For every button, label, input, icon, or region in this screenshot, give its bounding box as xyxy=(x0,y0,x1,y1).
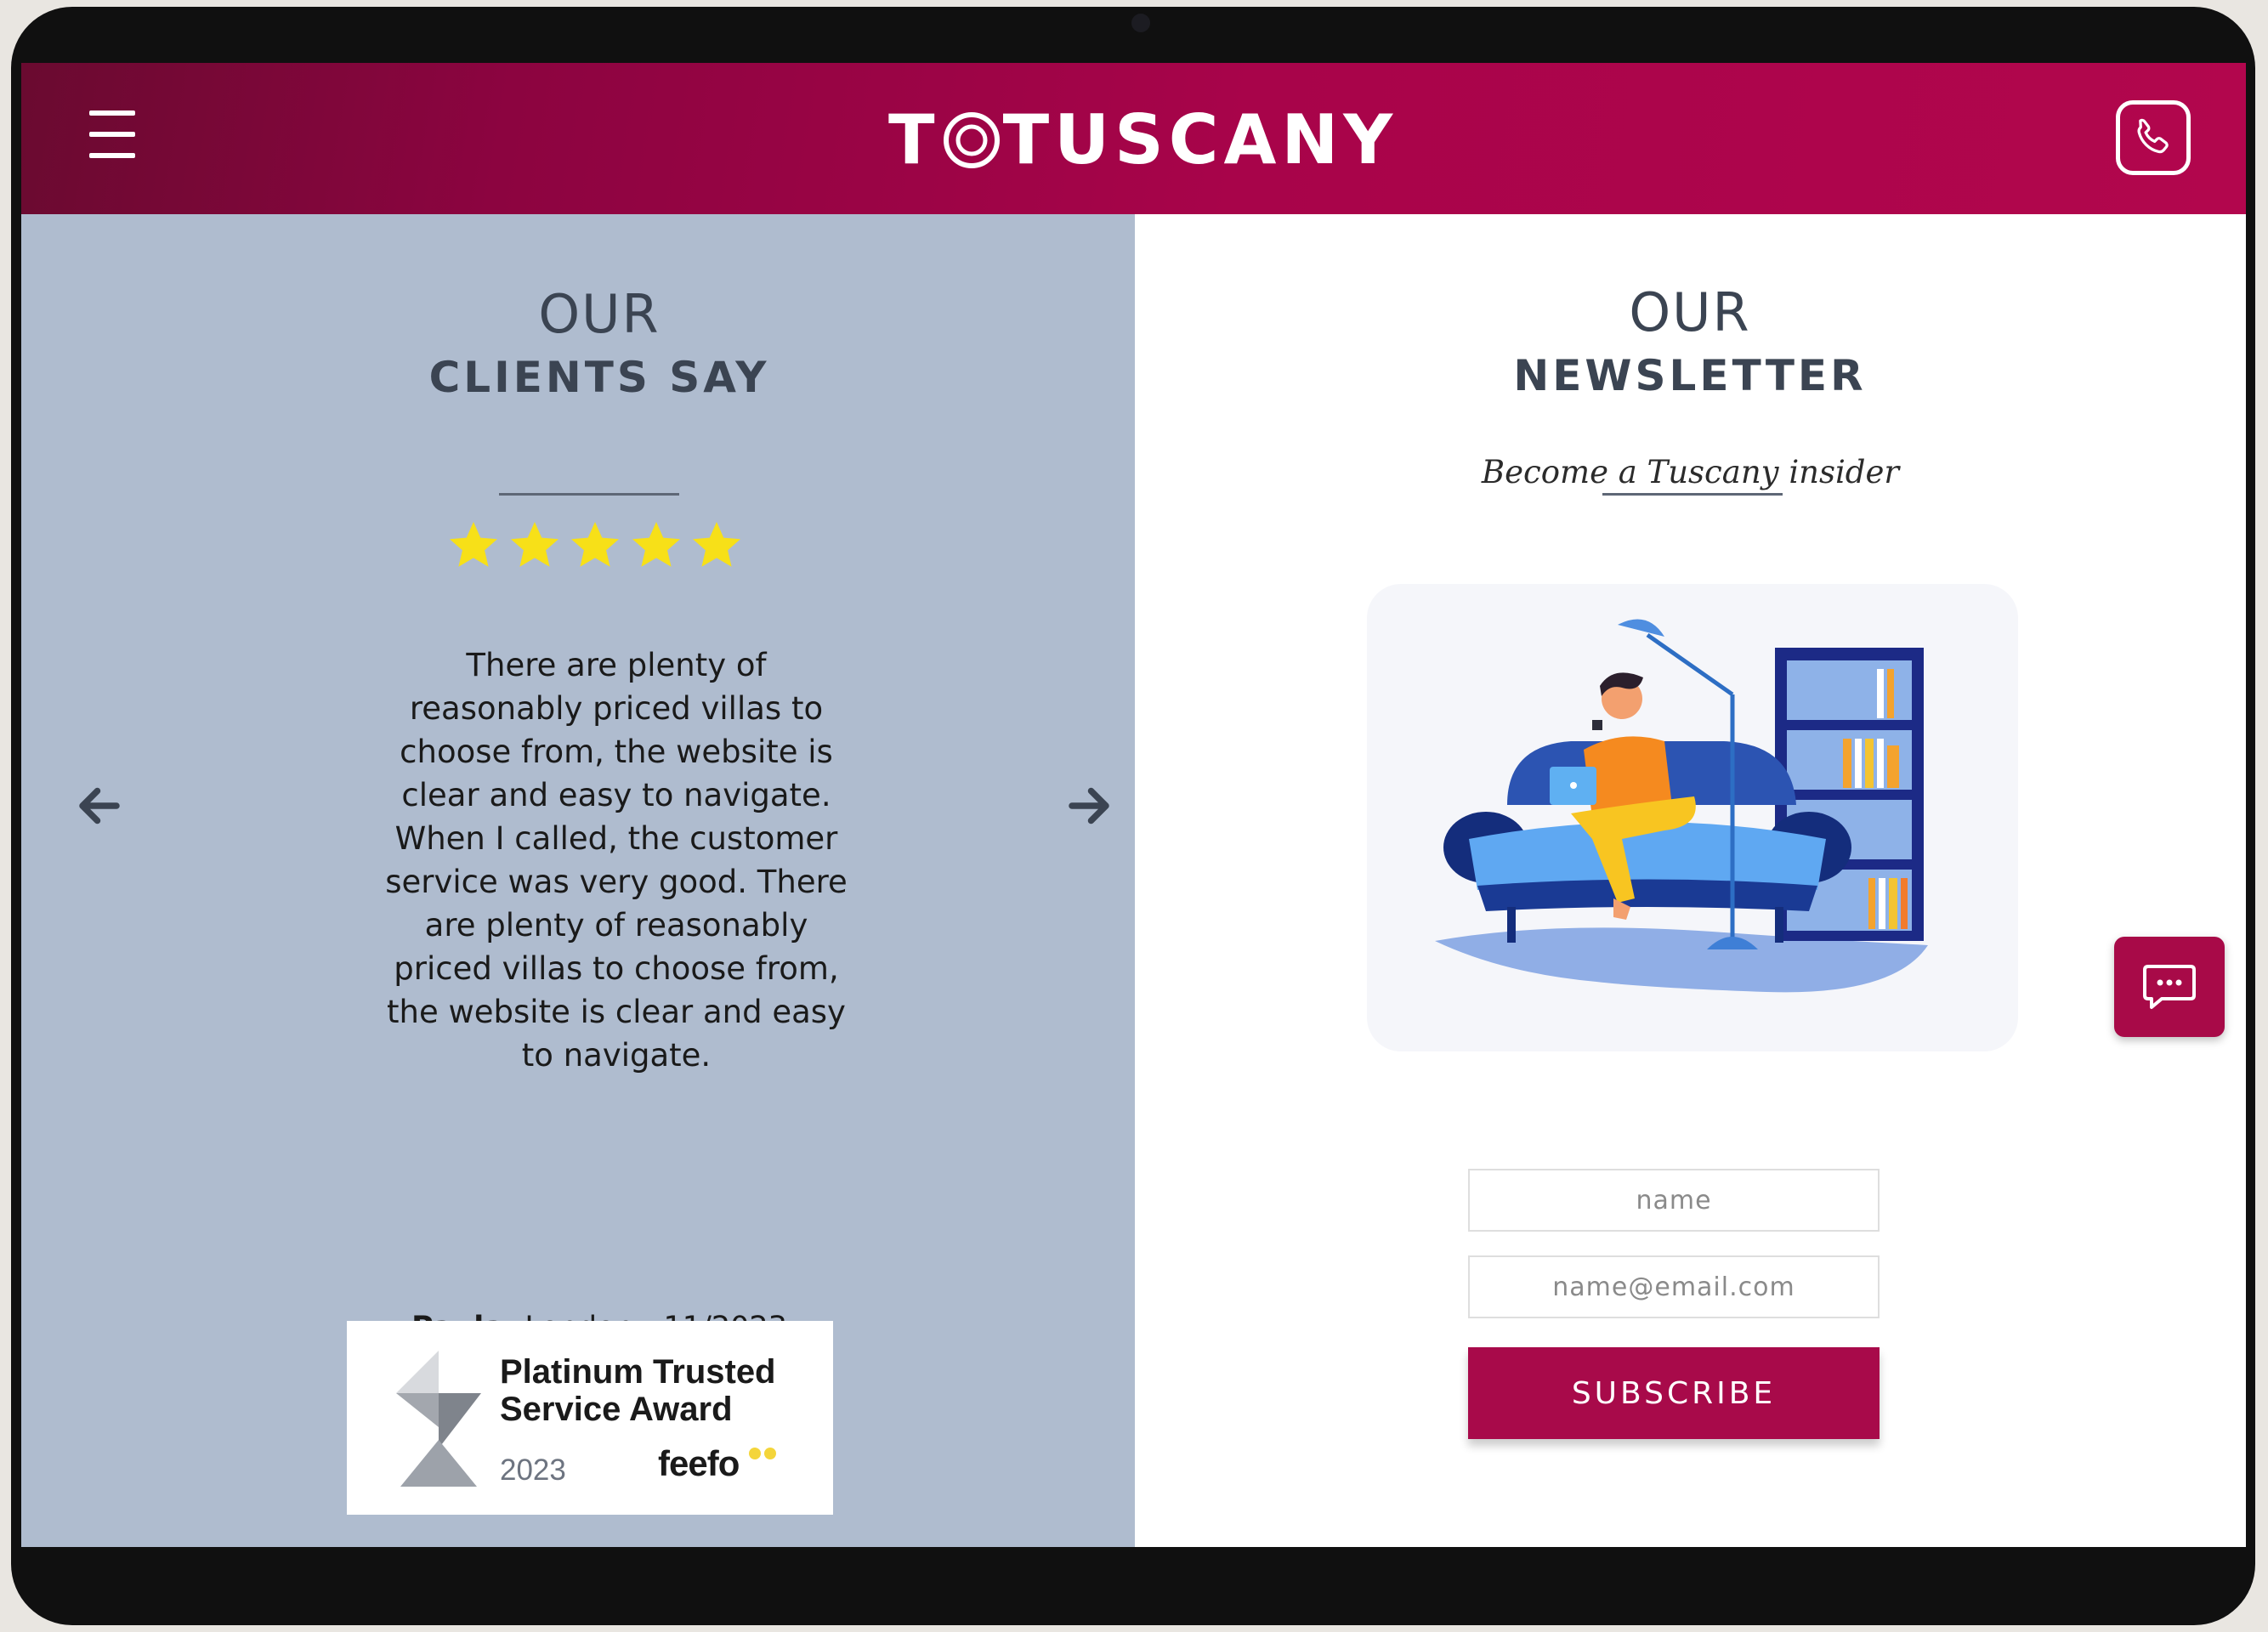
front-camera xyxy=(1131,14,1150,32)
phone-button[interactable] xyxy=(2116,100,2191,175)
site-header: T TUSCANY xyxy=(21,63,2246,214)
star-icon xyxy=(450,522,497,567)
newsletter-subtitle: Become a Tuscany insider xyxy=(1481,454,1900,490)
tablet-frame: T TUSCANY OUR CLIENTS SAY There are plen… xyxy=(11,7,2255,1625)
email-field[interactable] xyxy=(1468,1255,1880,1318)
screen: T TUSCANY OUR CLIENTS SAY There are plen… xyxy=(21,63,2246,1547)
subscribe-button[interactable]: SUBSCRIBE xyxy=(1468,1347,1880,1439)
newsletter-section: OUR NEWSLETTER Become a Tuscany insider xyxy=(1135,214,2246,1547)
name-field[interactable] xyxy=(1468,1169,1880,1232)
newsletter-heading-line2: NEWSLETTER xyxy=(1513,351,1867,400)
testimonials-heading: OUR CLIENTS SAY xyxy=(344,284,854,405)
newsletter-divider xyxy=(1602,493,1783,496)
chat-button[interactable] xyxy=(2114,937,2225,1037)
logo-text-prefix: T xyxy=(888,100,940,179)
arrow-left-icon[interactable] xyxy=(74,780,125,831)
logo-text-suffix: TUSCANY xyxy=(1002,100,1398,179)
award-brand: feefo xyxy=(658,1443,740,1483)
testimonials-section: OUR CLIENTS SAY There are plenty of reas… xyxy=(21,214,1135,1547)
feefo-eyes-icon xyxy=(749,1448,776,1459)
award-title-line1: Platinum Trusted xyxy=(500,1353,776,1391)
chat-bubble-icon xyxy=(2143,965,2196,1009)
star-rating xyxy=(446,518,744,580)
award-title: Platinum Trusted Service Award xyxy=(500,1353,823,1428)
phone-icon xyxy=(2137,118,2169,154)
hamburger-menu-icon[interactable] xyxy=(89,110,135,158)
award-year: 2023 xyxy=(500,1454,566,1487)
award-title-line2: Service Award xyxy=(500,1391,733,1428)
testimonials-heading-line2: CLIENTS SAY xyxy=(428,353,770,402)
star-icon xyxy=(571,522,619,567)
testimonials-divider xyxy=(499,493,679,496)
star-icon xyxy=(632,522,680,567)
star-icon xyxy=(510,522,558,567)
testimonials-heading-line1: OUR xyxy=(538,283,661,345)
newsletter-heading-line1: OUR xyxy=(1629,281,1751,343)
testimonial-quote: There are plenty of reasonably priced vi… xyxy=(385,647,848,1074)
star-icon xyxy=(693,522,740,567)
arrow-right-icon[interactable] xyxy=(1063,780,1114,831)
newsletter-illustration xyxy=(1367,584,2018,1051)
newsletter-heading: OUR NEWSLETTER xyxy=(1435,282,1945,403)
award-trophy-icon xyxy=(396,1351,481,1487)
site-logo[interactable]: T TUSCANY xyxy=(888,102,1398,178)
feefo-award-badge[interactable]: Platinum Trusted Service Award 2023 feef… xyxy=(347,1321,833,1515)
logo-circle-icon xyxy=(943,112,1000,168)
person-on-sofa-illustration xyxy=(1435,619,1928,993)
